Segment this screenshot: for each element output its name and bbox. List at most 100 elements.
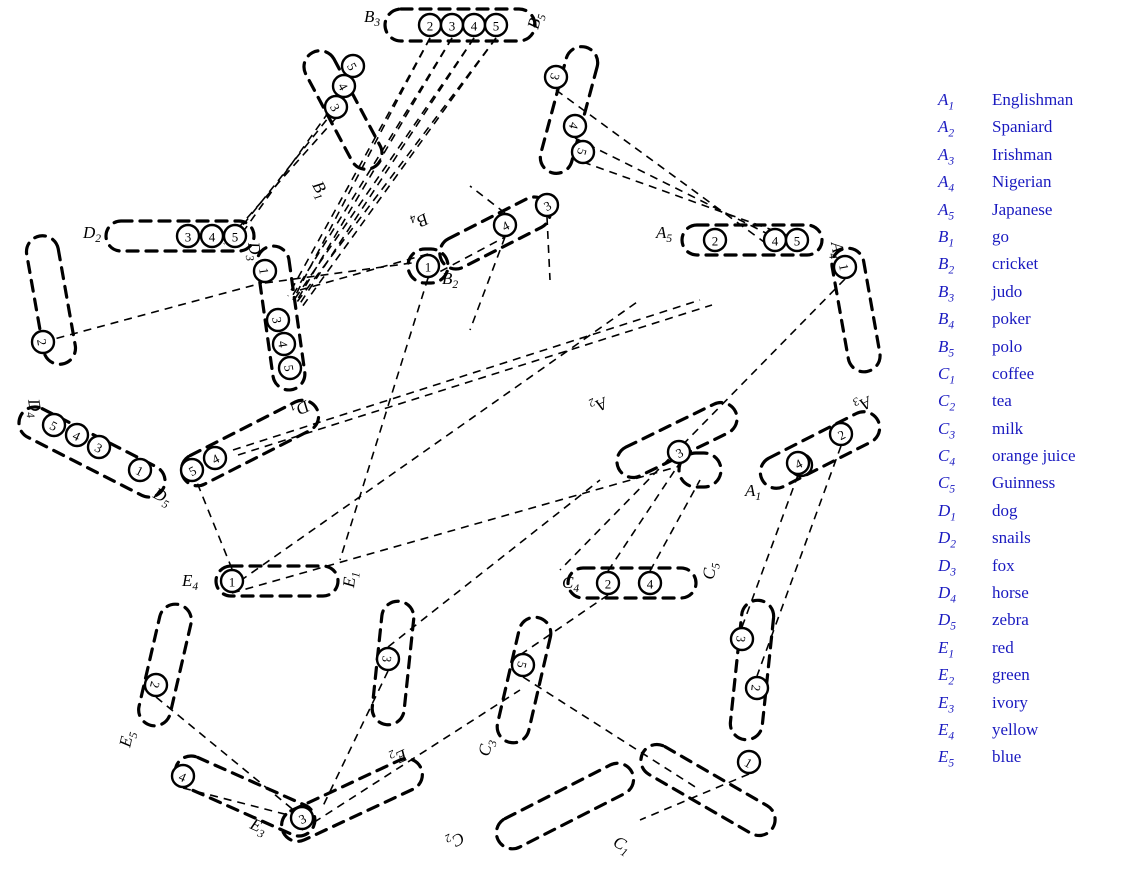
legend-row: B3 judo: [938, 282, 1122, 309]
variable-label-c1: C1: [609, 832, 635, 860]
domain-value-label: 2: [427, 19, 434, 34]
domain-value-label: 1: [425, 260, 432, 275]
legend-key: A3: [938, 144, 955, 168]
legend-value: Japanese: [992, 199, 1053, 219]
constraint-edge: [519, 594, 609, 656]
variable-label-c5: C5: [699, 561, 723, 581]
domain-bag-e2[interactable]: [276, 753, 427, 846]
legend-value: polo: [992, 336, 1023, 356]
constraint-edge: [546, 216, 551, 281]
variable-label-c3: C3: [474, 737, 499, 759]
legend-row: E2 green: [938, 665, 1122, 692]
legend-key: B2: [938, 254, 955, 277]
legend-value: coffee: [992, 363, 1035, 383]
legend-key: D5: [938, 610, 957, 633]
legend-row: A3 Irishman: [938, 145, 1122, 172]
domain-bag-c3[interactable]: [494, 614, 554, 746]
constraint-edge: [155, 696, 297, 813]
domain-bag-c5[interactable]: [728, 598, 776, 742]
legend-value: tea: [992, 391, 1012, 411]
legend-row: C3 milk: [938, 419, 1122, 446]
legend-value: orange juice: [992, 446, 1076, 466]
legend: A1 Englishman A2 Spaniard A3 Irishman A4 Nigeri…: [938, 90, 1122, 775]
legend-value: ivory: [992, 692, 1028, 712]
legend-value: Guinness: [992, 473, 1056, 493]
legend-key: E4: [938, 719, 955, 743]
legend-key: D4: [938, 583, 957, 606]
domain-value-label: 3: [185, 230, 192, 245]
legend-key: A1: [938, 90, 955, 113]
domain-value-label: 4: [647, 577, 654, 592]
variable-label-a5: A5: [655, 223, 672, 245]
legend-row: E5 blue: [938, 747, 1122, 774]
variable-label-d1: D1: [287, 393, 314, 421]
constraint-edge: [237, 304, 713, 456]
constraint-edge: [522, 676, 701, 791]
legend-row: E1 red: [938, 638, 1122, 665]
legend-key: B4: [938, 309, 955, 332]
constraint-edge: [649, 479, 701, 572]
legend-key: E2: [938, 665, 955, 688]
constraint-graph-page: 2345543345431345134525431542451342432124…: [0, 0, 1122, 873]
variable-label-d4: D4: [21, 396, 46, 419]
legend-row: D5 zebra: [938, 610, 1122, 637]
domain-bag-c4[interactable]: [566, 566, 698, 600]
constraint-edge: [230, 97, 345, 241]
domain-value-label: 2: [712, 234, 719, 249]
legend-key: E1: [938, 637, 955, 661]
variable-label-e5: E5: [115, 729, 140, 751]
legend-key: C1: [938, 363, 956, 387]
legend-key: C3: [938, 418, 956, 442]
legend-value: yellow: [992, 719, 1039, 739]
variable-label-b4: B4: [407, 207, 432, 234]
variable-label-d2: D2: [82, 223, 101, 245]
constraint-edge: [232, 299, 701, 451]
domain-bag-a3[interactable]: [755, 406, 885, 494]
legend-value: Nigerian: [992, 172, 1052, 192]
legend-key: E5: [938, 747, 955, 770]
constraint-edge: [607, 463, 680, 572]
legend-key: A2: [938, 117, 955, 140]
legend-key: E3: [938, 692, 955, 715]
legend-value: zebra: [992, 610, 1029, 630]
legend-key: B3: [938, 281, 955, 305]
variable-label-c2: C2: [442, 826, 467, 853]
domain-value-label: 5: [232, 230, 239, 245]
legend-value: red: [992, 637, 1014, 657]
constraint-edge: [301, 37, 497, 308]
legend-row: C1 coffee: [938, 364, 1122, 391]
constraint-edge: [322, 670, 389, 807]
legend-row: B4 poker: [938, 309, 1122, 336]
legend-row: A5 Japanese: [938, 200, 1122, 227]
domain-value-label: 4: [209, 230, 216, 245]
legend-key: C2: [938, 391, 956, 414]
constraint-edge: [582, 161, 801, 241]
legend-value: horse: [992, 583, 1029, 603]
constraint-edge: [469, 185, 506, 214]
legend-row: C2 tea: [938, 391, 1122, 418]
legend-row: B5 polo: [938, 337, 1122, 364]
variable-label-a1: A1: [744, 481, 761, 503]
legend-key: A4: [938, 172, 955, 195]
legend-value: Englishman: [992, 90, 1074, 109]
variable-label-b1: B1: [306, 178, 333, 203]
legend-value: Spaniard: [992, 117, 1053, 137]
constraint-edge: [469, 236, 506, 331]
domain-bag-e5[interactable]: [135, 601, 194, 729]
variable-label-b2: B2: [442, 269, 458, 291]
constraint-edge: [195, 479, 233, 570]
legend-row: D1 dog: [938, 501, 1122, 528]
variable-label-c4: C4: [562, 573, 579, 595]
legend-row: D3 fox: [938, 556, 1122, 583]
legend-value: blue: [992, 747, 1022, 767]
legend-row: E4 yellow: [938, 720, 1122, 747]
domain-bag-c1[interactable]: [635, 739, 781, 842]
domain-value-label: 2: [605, 577, 612, 592]
legend-row: E3 ivory: [938, 693, 1122, 720]
variable-labels-layer: B3B1B5B4B2D2D3D4D5D1A5A4A2A1A3C5C1C4C3C2…: [21, 7, 875, 860]
domain-value-label: 3: [449, 19, 456, 34]
legend-key: A5: [938, 199, 955, 222]
legend-value: snails: [992, 528, 1031, 548]
domain-value-label: 1: [229, 575, 236, 590]
variable-label-a2: A2: [586, 390, 611, 417]
